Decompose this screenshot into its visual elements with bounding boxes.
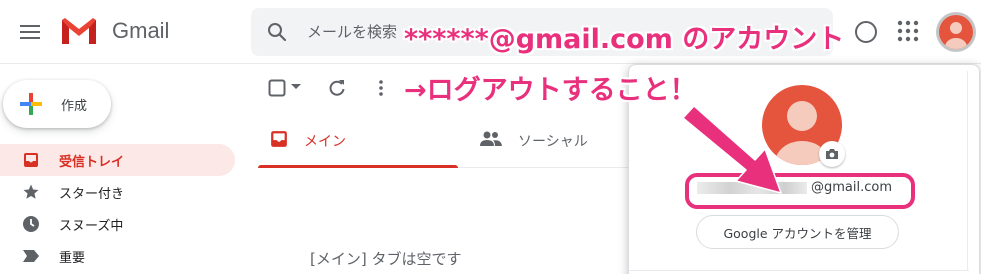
- tab-label: ソーシャル: [518, 134, 588, 150]
- select-checkbox-icon[interactable]: [268, 79, 286, 97]
- email-domain: @gmail.com: [811, 180, 893, 195]
- gmail-logo[interactable]: Gmail: [60, 16, 169, 46]
- main-menu-button[interactable]: [16, 18, 44, 46]
- sidebar-item-important[interactable]: 重要: [0, 240, 235, 272]
- annotation-text-line1: ******@gmail.com のアカウント: [404, 24, 845, 55]
- sidebar-nav: 受信トレイ スター付き スヌーズ中 重要: [0, 144, 240, 272]
- sidebar-item-label: スヌーズ中: [59, 219, 124, 234]
- tab-primary[interactable]: メイン: [258, 112, 458, 168]
- chevron-down-icon[interactable]: [291, 84, 301, 90]
- sidebar-item-inbox[interactable]: 受信トレイ: [0, 144, 235, 176]
- people-icon: [480, 131, 502, 146]
- help-icon: [855, 21, 877, 43]
- change-photo-button[interactable]: [819, 141, 845, 167]
- more-vertical-icon[interactable]: [371, 78, 391, 98]
- gmail-m-icon: [62, 18, 96, 44]
- sidebar-item-label: 重要: [59, 251, 86, 266]
- sidebar-item-starred[interactable]: スター付き: [0, 176, 235, 208]
- camera-icon: [826, 149, 838, 159]
- redacted-email-user: [697, 182, 807, 194]
- person-icon: [945, 22, 967, 49]
- scrollbar[interactable]: [967, 71, 977, 271]
- google-apps-button[interactable]: [897, 20, 919, 46]
- hamburger-menu-icon: [20, 25, 40, 39]
- avatar: [939, 15, 973, 49]
- sidebar-item-label: スター付き: [59, 187, 125, 202]
- refresh-icon[interactable]: [327, 78, 347, 98]
- inbox-icon: [271, 131, 287, 147]
- app-name: Gmail: [112, 18, 170, 43]
- star-icon: [22, 183, 40, 201]
- sidebar-item-label: 受信トレイ: [59, 155, 125, 170]
- plus-icon: [20, 93, 42, 115]
- account-email: @gmail.com: [689, 173, 915, 203]
- annotation-text-line2: →ログアウトすること！: [404, 75, 697, 106]
- apps-grid-icon: [897, 20, 919, 42]
- tab-label: メイン: [304, 134, 346, 150]
- search-icon[interactable]: [265, 20, 289, 44]
- divider: [629, 270, 969, 271]
- clock-icon: [22, 215, 40, 233]
- help-button[interactable]: [852, 18, 880, 50]
- category-tabs: メイン ソーシャル: [258, 112, 658, 168]
- compose-label: 作成: [61, 99, 88, 114]
- compose-button[interactable]: 作成: [3, 80, 111, 128]
- sidebar-item-snoozed[interactable]: スヌーズ中: [0, 208, 235, 240]
- manage-google-account-button[interactable]: Google アカウントを管理: [696, 215, 899, 249]
- account-avatar-button[interactable]: [936, 12, 976, 52]
- label-important-icon: [22, 247, 40, 265]
- empty-tab-message: [メイン] タブは空です: [310, 250, 462, 268]
- inbox-icon: [22, 151, 40, 169]
